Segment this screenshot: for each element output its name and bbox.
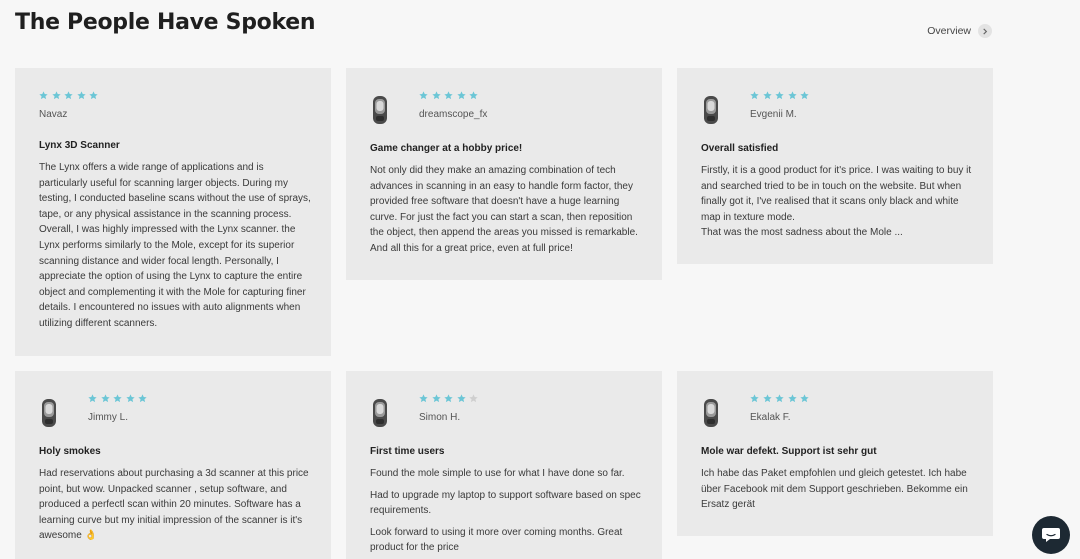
review-body: Found the mole simple to use for what I … bbox=[370, 466, 642, 559]
review-card: Ekalak F. Mole war defekt. Support ist s… bbox=[677, 371, 993, 536]
star-rating bbox=[750, 394, 809, 403]
review-body: Firstly, it is a good product for it's p… bbox=[701, 163, 973, 247]
star-filled-icon bbox=[64, 91, 73, 100]
chevron-right-icon bbox=[978, 24, 992, 38]
review-title: Game changer at a hobby price! bbox=[370, 143, 523, 154]
star-filled-icon bbox=[444, 394, 453, 403]
review-paragraph: Found the mole simple to use for what I … bbox=[370, 468, 625, 479]
star-rating bbox=[750, 91, 809, 100]
review-card: Evgenii M. Overall satisfied Firstly, it… bbox=[677, 68, 993, 264]
review-paragraph: Ich habe das Paket empfohlen und gleich … bbox=[701, 468, 968, 511]
reviewer-name: dreamscope_fx bbox=[419, 109, 488, 120]
star-filled-icon bbox=[100, 394, 110, 403]
star-rating bbox=[39, 91, 98, 100]
star-filled-icon bbox=[456, 91, 466, 100]
star-empty-icon bbox=[469, 394, 478, 403]
star-filled-icon bbox=[88, 394, 97, 403]
review-title: Lynx 3D Scanner bbox=[39, 140, 120, 151]
star-rating bbox=[419, 91, 478, 100]
review-title: Holy smokes bbox=[39, 446, 101, 457]
star-filled-icon bbox=[775, 91, 784, 100]
chat-icon bbox=[1042, 528, 1060, 542]
reviewer-name: Ekalak F. bbox=[750, 412, 791, 423]
review-title: Mole war defekt. Support ist sehr gut bbox=[701, 446, 877, 457]
star-filled-icon bbox=[89, 91, 98, 100]
star-filled-icon bbox=[456, 394, 466, 403]
review-paragraph: Had to upgrade my laptop to support soft… bbox=[370, 489, 641, 517]
reviewer-name: Evgenii M. bbox=[750, 109, 797, 120]
review-paragraph: Had reservations about purchasing a 3d s… bbox=[39, 468, 309, 542]
star-filled-icon bbox=[787, 91, 797, 100]
review-paragraph: Not only did they make an amazing combin… bbox=[370, 165, 638, 254]
scanner-avatar-icon bbox=[42, 399, 56, 427]
star-filled-icon bbox=[431, 91, 441, 100]
review-paragraph: Firstly, it is a good product for it's p… bbox=[701, 165, 972, 239]
review-paragraph: Look forward to using it more over comin… bbox=[370, 526, 623, 554]
review-card: Simon H. First time users Found the mole… bbox=[346, 371, 662, 559]
scanner-avatar-icon bbox=[373, 96, 387, 124]
star-filled-icon bbox=[800, 394, 809, 403]
star-filled-icon bbox=[787, 394, 797, 403]
star-filled-icon bbox=[39, 91, 48, 100]
star-filled-icon bbox=[800, 91, 809, 100]
scanner-avatar-icon bbox=[704, 96, 718, 124]
overview-link[interactable]: Overview bbox=[927, 24, 992, 38]
review-title: First time users bbox=[370, 446, 445, 457]
star-filled-icon bbox=[775, 394, 784, 403]
reviewer-name: Simon H. bbox=[419, 412, 461, 423]
review-card: Navaz Lynx 3D Scanner The Lynx offers a … bbox=[15, 68, 331, 356]
star-filled-icon bbox=[76, 91, 86, 100]
star-rating bbox=[419, 394, 478, 403]
review-card: dreamscope_fx Game changer at a hobby pr… bbox=[346, 68, 662, 280]
reviewer-name: Jimmy L. bbox=[88, 412, 128, 423]
star-filled-icon bbox=[762, 394, 772, 403]
page-title: The People Have Spoken bbox=[15, 10, 316, 35]
scanner-avatar-icon bbox=[704, 399, 718, 427]
star-rating bbox=[88, 394, 147, 403]
reviewer-name: Navaz bbox=[39, 109, 68, 120]
review-body: Not only did they make an amazing combin… bbox=[370, 163, 642, 263]
star-filled-icon bbox=[51, 91, 61, 100]
star-filled-icon bbox=[138, 394, 147, 403]
star-filled-icon bbox=[750, 91, 759, 100]
review-paragraph: The Lynx offers a wide range of applicat… bbox=[39, 162, 311, 329]
scanner-avatar-icon bbox=[373, 399, 387, 427]
review-card: Jimmy L. Holy smokes Had reservations ab… bbox=[15, 371, 331, 559]
star-filled-icon bbox=[444, 91, 453, 100]
review-body: The Lynx offers a wide range of applicat… bbox=[39, 160, 311, 338]
star-filled-icon bbox=[762, 91, 772, 100]
overview-label: Overview bbox=[927, 25, 971, 37]
review-body: Had reservations about purchasing a 3d s… bbox=[39, 466, 311, 550]
star-filled-icon bbox=[750, 394, 759, 403]
star-filled-icon bbox=[113, 394, 122, 403]
star-filled-icon bbox=[419, 91, 428, 100]
chat-button[interactable] bbox=[1032, 516, 1070, 554]
star-filled-icon bbox=[419, 394, 428, 403]
review-body: Ich habe das Paket empfohlen und gleich … bbox=[701, 466, 973, 519]
review-title: Overall satisfied bbox=[701, 143, 779, 154]
star-filled-icon bbox=[125, 394, 135, 403]
star-filled-icon bbox=[469, 91, 478, 100]
star-filled-icon bbox=[431, 394, 441, 403]
